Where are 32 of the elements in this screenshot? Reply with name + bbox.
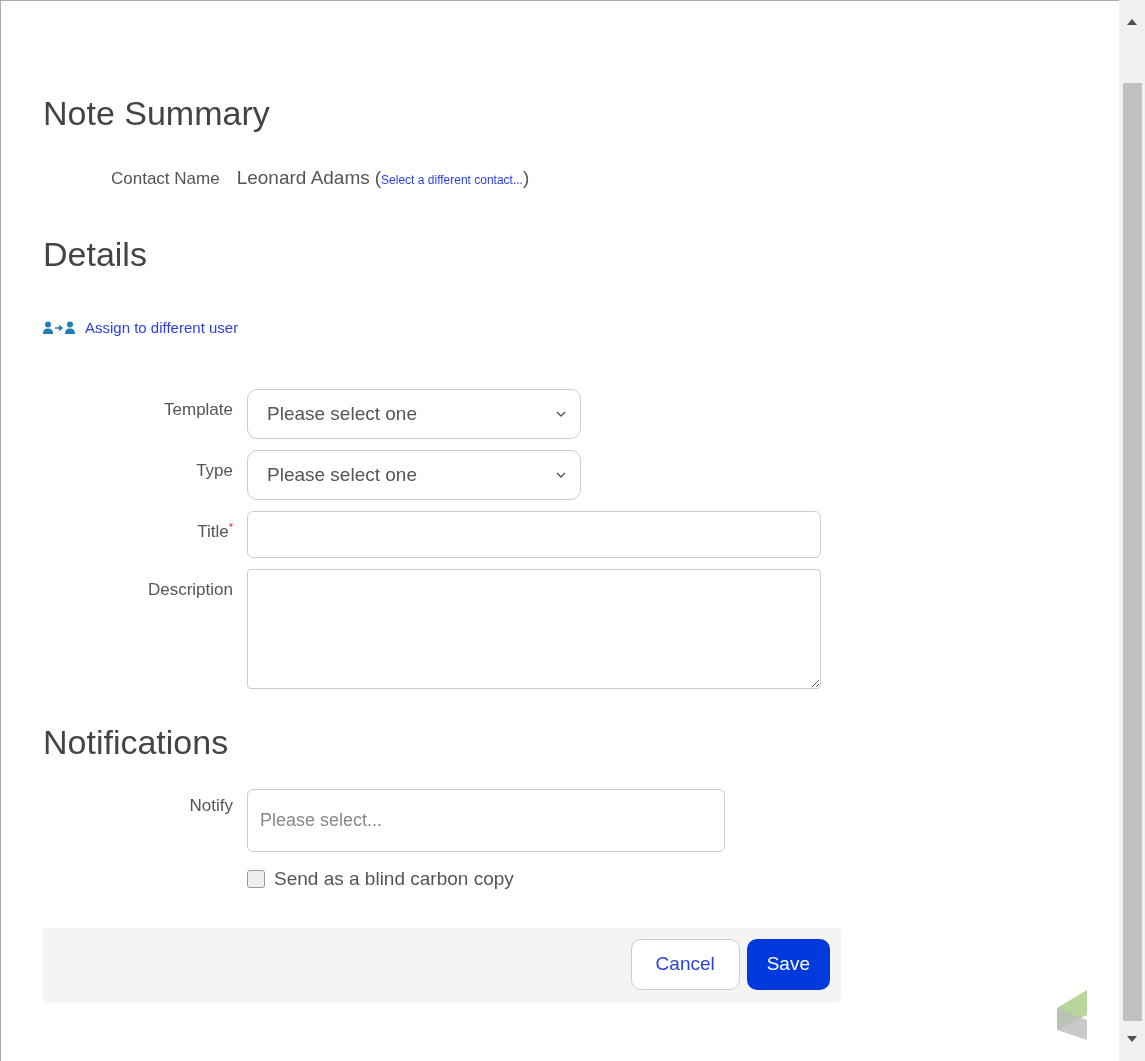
field-label: Title — [197, 522, 229, 541]
assign-user-link[interactable]: Assign to different user — [85, 316, 239, 339]
chevron-down-icon — [556, 472, 566, 478]
parenthesis: ( — [374, 166, 382, 190]
scrollbar-thumb[interactable] — [1122, 83, 1142, 1021]
scroll-up-icon[interactable] — [1127, 19, 1137, 25]
cancel-button[interactable]: Cancel — [630, 939, 740, 990]
field-label: Description — [147, 580, 233, 599]
title-input[interactable] — [247, 511, 821, 558]
scrollbar[interactable] — [1119, 0, 1145, 1061]
scroll-down-icon[interactable] — [1127, 1036, 1137, 1042]
checkbox-label: Send as a blind carbon copy — [274, 867, 514, 891]
required-mark: * — [228, 521, 233, 533]
notify-input[interactable]: Please select... — [247, 789, 725, 852]
change-contact-link[interactable]: Select a different contact... — [381, 171, 523, 189]
parenthesis: ) — [522, 166, 530, 190]
transfer-user-icon — [43, 321, 76, 335]
logo-icon — [1057, 989, 1088, 1040]
field-label: Type — [196, 461, 233, 480]
contact-name: Leonard Adams — [236, 166, 370, 190]
dropdown-select[interactable]: Please select one — [247, 450, 581, 500]
section-heading: Details — [43, 236, 148, 271]
field-label: Template — [164, 400, 233, 419]
section-heading: Notifications — [43, 725, 230, 759]
field-label: Notify — [189, 796, 233, 815]
dropdown-select[interactable]: Please select one — [247, 389, 581, 439]
contact-label: Contact Name — [111, 168, 220, 190]
section-heading: Note Summary — [43, 96, 271, 130]
description-textarea[interactable] — [247, 569, 821, 689]
save-button[interactable]: Save — [746, 939, 830, 990]
checkbox[interactable] — [247, 870, 265, 889]
chevron-down-icon — [556, 411, 566, 417]
